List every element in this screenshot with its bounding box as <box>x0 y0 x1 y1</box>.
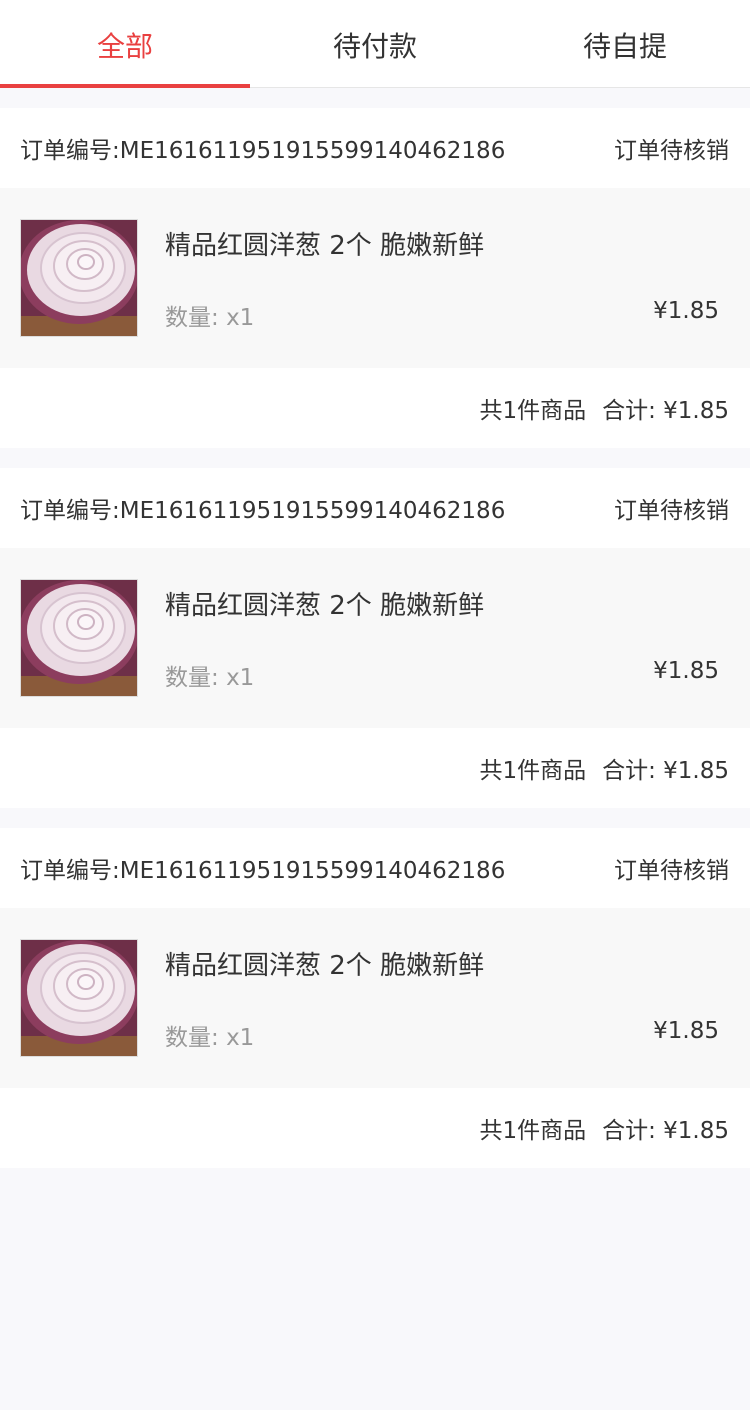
order-footer: 共1件商品 合计: ¥1.85 <box>0 728 750 808</box>
quantity-label: 数量: <box>165 1025 219 1051</box>
product-image <box>20 219 138 337</box>
item-count: 共1件商品 <box>479 758 587 784</box>
tab-all[interactable]: 全部 <box>0 0 250 88</box>
quantity-label: 数量: <box>165 665 219 691</box>
product-name: 精品红圆洋葱 2个 脆嫩新鲜 <box>165 951 485 981</box>
tab-all-label: 全部 <box>96 30 153 63</box>
quantity-label: 数量: <box>165 305 219 331</box>
order-tabs: 全部 待付款 待自提 <box>0 0 750 88</box>
product-name: 精品红圆洋葱 2个 脆嫩新鲜 <box>165 591 485 621</box>
product-price: ¥1.85 <box>653 658 719 684</box>
order-number: 订单编号:ME161611951915599140462186 <box>20 138 506 164</box>
tab-pending-payment-label: 待付款 <box>332 30 417 63</box>
order-header: 订单编号:ME161611951915599140462186 订单待核销 <box>0 468 750 548</box>
tab-pending-payment[interactable]: 待付款 <box>250 0 500 87</box>
product-quantity: 数量: x1 <box>165 298 254 332</box>
order-total: 合计: ¥1.85 <box>602 398 729 424</box>
order-footer: 共1件商品 合计: ¥1.85 <box>0 368 750 448</box>
order-total: 合计: ¥1.85 <box>602 758 729 784</box>
quantity-value: x1 <box>226 665 255 691</box>
order-footer: 共1件商品 合计: ¥1.85 <box>0 1088 750 1168</box>
order-header: 订单编号:ME161611951915599140462186 订单待核销 <box>0 108 750 188</box>
order-status: 订单待核销 <box>614 498 729 524</box>
item-count: 共1件商品 <box>479 1118 587 1144</box>
product-price: ¥1.85 <box>653 1018 719 1044</box>
product-image <box>20 579 138 697</box>
order-status: 订单待核销 <box>614 858 729 884</box>
order-card[interactable]: 订单编号:ME161611951915599140462186 订单待核销 精品… <box>0 468 750 808</box>
item-count: 共1件商品 <box>479 398 587 424</box>
quantity-value: x1 <box>226 1025 255 1051</box>
order-header: 订单编号:ME161611951915599140462186 订单待核销 <box>0 828 750 908</box>
order-status: 订单待核销 <box>614 138 729 164</box>
order-item[interactable]: 精品红圆洋葱 2个 脆嫩新鲜 数量: x1 ¥1.85 <box>0 548 750 728</box>
product-image <box>20 939 138 1057</box>
order-total: 合计: ¥1.85 <box>602 1118 729 1144</box>
order-number: 订单编号:ME161611951915599140462186 <box>20 858 506 884</box>
product-name: 精品红圆洋葱 2个 脆嫩新鲜 <box>165 231 485 261</box>
order-list: 订单编号:ME161611951915599140462186 订单待核销 精品… <box>0 88 750 1168</box>
tab-pending-pickup[interactable]: 待自提 <box>500 0 750 87</box>
order-card[interactable]: 订单编号:ME161611951915599140462186 订单待核销 精品… <box>0 828 750 1168</box>
order-card[interactable]: 订单编号:ME161611951915599140462186 订单待核销 精品… <box>0 108 750 448</box>
order-number: 订单编号:ME161611951915599140462186 <box>20 498 506 524</box>
product-price: ¥1.85 <box>653 298 719 324</box>
order-item[interactable]: 精品红圆洋葱 2个 脆嫩新鲜 数量: x1 ¥1.85 <box>0 908 750 1088</box>
product-quantity: 数量: x1 <box>165 1018 254 1052</box>
tab-pending-pickup-label: 待自提 <box>582 30 667 63</box>
product-quantity: 数量: x1 <box>165 658 254 692</box>
quantity-value: x1 <box>226 305 255 331</box>
order-item[interactable]: 精品红圆洋葱 2个 脆嫩新鲜 数量: x1 ¥1.85 <box>0 188 750 368</box>
